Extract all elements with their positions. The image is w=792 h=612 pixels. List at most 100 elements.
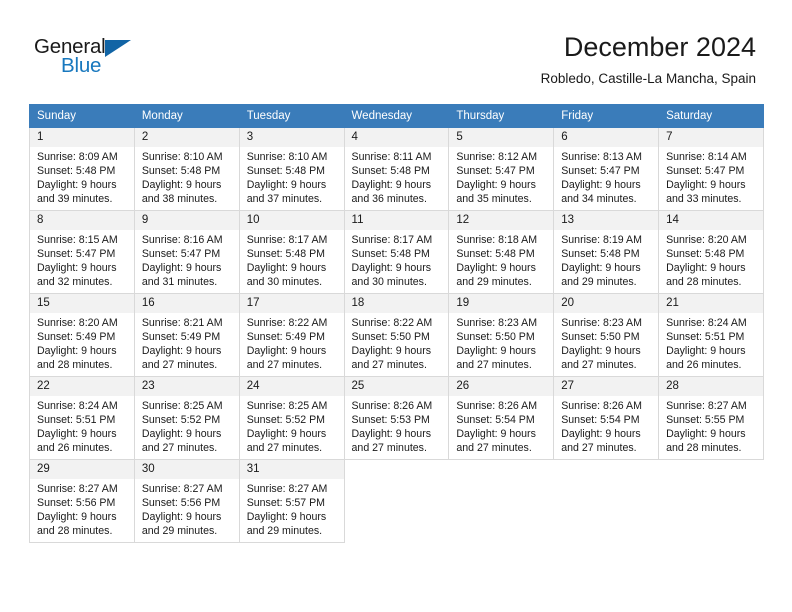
calendar-day-cell[interactable]: 1 Sunrise: 8:09 AM Sunset: 5:48 PM Daylight… — [29, 127, 135, 211]
sunrise-text: Sunrise: 8:17 AM — [246, 234, 328, 246]
calendar-cell-empty — [343, 459, 450, 543]
daylight-text-line2: and 35 minutes. — [456, 193, 532, 206]
daylight-text-line1: Daylight: 9 hours — [246, 428, 327, 441]
day-number: 12 — [449, 211, 554, 230]
sunrise-text: Sunrise: 8:25 AM — [246, 400, 328, 412]
calendar-day-cell[interactable]: 31 Sunrise: 8:27 AM Sunset: 5:57 PM Dayligh… — [238, 459, 345, 543]
sunset-text: Sunset: 5:56 PM — [141, 497, 221, 510]
daylight-text-line2: and 37 minutes. — [246, 193, 323, 206]
calendar-day-cell[interactable]: 18 Sunrise: 8:22 AM Sunset: 5:50 PM Dayligh… — [343, 293, 450, 377]
sunrise-text: Sunrise: 8:27 AM — [246, 483, 328, 495]
day-number: 2 — [134, 128, 239, 147]
day-number: 7 — [659, 128, 763, 147]
day-details: Sunrise: 8:17 AM Sunset: 5:48 PM Daylight:… — [240, 230, 344, 289]
sunset-text: Sunset: 5:48 PM — [37, 165, 116, 178]
calendar-day-cell[interactable]: 4 Sunrise: 8:11 AM Sunset: 5:48 PM Daylight… — [343, 127, 450, 211]
day-number: 16 — [134, 294, 239, 313]
sunrise-text: Sunrise: 8:14 AM — [666, 151, 747, 163]
day-details: Sunrise: 8:26 AM Sunset: 5:53 PM Daylight:… — [345, 396, 449, 455]
day-number: 10 — [239, 211, 344, 230]
calendar-day-cell[interactable]: 10 Sunrise: 8:17 AM Sunset: 5:48 PM Dayligh… — [238, 210, 345, 294]
sunset-text: Sunset: 5:48 PM — [351, 248, 430, 261]
logo-triangle-icon — [105, 40, 131, 57]
daylight-text-line1: Daylight: 9 hours — [37, 179, 117, 192]
weekday-header-tuesday: Tuesday — [238, 104, 345, 128]
calendar-day-cell[interactable]: 12 Sunrise: 8:18 AM Sunset: 5:48 PM Dayligh… — [448, 210, 555, 294]
daylight-text-line1: Daylight: 9 hours — [456, 428, 536, 441]
calendar-day-cell[interactable]: 8 Sunrise: 8:15 AM Sunset: 5:47 PM Daylight… — [29, 210, 135, 294]
weekday-header-wednesday: Wednesday — [343, 104, 450, 128]
calendar-day-cell[interactable]: 29 Sunrise: 8:27 AM Sunset: 5:56 PM Dayligh… — [29, 459, 135, 543]
daylight-text-line2: and 30 minutes. — [246, 276, 323, 289]
daylight-text-line1: Daylight: 9 hours — [246, 511, 327, 524]
calendar-day-cell[interactable]: 17 Sunrise: 8:22 AM Sunset: 5:49 PM Dayligh… — [238, 293, 345, 377]
day-number: 21 — [659, 294, 763, 313]
daylight-text-line1: Daylight: 9 hours — [456, 179, 536, 192]
sunset-text: Sunset: 5:48 PM — [666, 248, 745, 261]
calendar-day-cell[interactable]: 9 Sunrise: 8:16 AM Sunset: 5:47 PM Daylight… — [133, 210, 240, 294]
calendar-day-cell[interactable]: 27 Sunrise: 8:26 AM Sunset: 5:54 PM Dayligh… — [553, 376, 660, 460]
calendar-day-cell[interactable]: 26 Sunrise: 8:26 AM Sunset: 5:54 PM Dayligh… — [448, 376, 555, 460]
calendar-day-cell[interactable]: 16 Sunrise: 8:21 AM Sunset: 5:49 PM Dayligh… — [133, 293, 240, 377]
calendar-day-cell[interactable]: 24 Sunrise: 8:25 AM Sunset: 5:52 PM Dayligh… — [238, 376, 345, 460]
daylight-text-line2: and 27 minutes. — [561, 442, 637, 455]
sunrise-text: Sunrise: 8:11 AM — [351, 151, 432, 163]
calendar-day-cell[interactable]: 21 Sunrise: 8:24 AM Sunset: 5:51 PM Dayligh… — [658, 293, 764, 377]
day-number: 6 — [554, 128, 659, 147]
sunset-text: Sunset: 5:54 PM — [456, 414, 535, 427]
day-number: 24 — [239, 377, 344, 396]
calendar-day-cell[interactable]: 3 Sunrise: 8:10 AM Sunset: 5:48 PM Daylight… — [238, 127, 345, 211]
sunset-text: Sunset: 5:47 PM — [456, 165, 535, 178]
calendar-day-cell[interactable]: 22 Sunrise: 8:24 AM Sunset: 5:51 PM Dayligh… — [29, 376, 135, 460]
daylight-text-line2: and 32 minutes. — [37, 276, 113, 289]
day-number: 9 — [134, 211, 239, 230]
sunset-text: Sunset: 5:50 PM — [456, 331, 535, 344]
sunset-text: Sunset: 5:52 PM — [246, 414, 326, 427]
general-blue-logo[interactable]: General Blue — [34, 36, 154, 84]
calendar-day-cell[interactable]: 13 Sunrise: 8:19 AM Sunset: 5:48 PM Dayligh… — [553, 210, 660, 294]
daylight-text-line2: and 27 minutes. — [246, 359, 323, 372]
day-details: Sunrise: 8:23 AM Sunset: 5:50 PM Daylight:… — [554, 313, 658, 372]
day-number: 19 — [449, 294, 554, 313]
day-details: Sunrise: 8:24 AM Sunset: 5:51 PM Daylight:… — [659, 313, 763, 372]
day-number: 15 — [30, 294, 134, 313]
day-number: 13 — [554, 211, 659, 230]
calendar-day-cell[interactable]: 20 Sunrise: 8:23 AM Sunset: 5:50 PM Dayligh… — [553, 293, 660, 377]
sunrise-text: Sunrise: 8:13 AM — [561, 151, 642, 163]
sunset-text: Sunset: 5:48 PM — [246, 248, 326, 261]
calendar-day-cell[interactable]: 2 Sunrise: 8:10 AM Sunset: 5:48 PM Daylight… — [133, 127, 240, 211]
calendar-day-cell[interactable]: 23 Sunrise: 8:25 AM Sunset: 5:52 PM Dayligh… — [133, 376, 240, 460]
page-title: December 2024 — [563, 32, 756, 62]
day-number: 1 — [30, 128, 134, 147]
daylight-text-line2: and 27 minutes. — [351, 442, 427, 455]
calendar-day-cell[interactable]: 15 Sunrise: 8:20 AM Sunset: 5:49 PM Dayligh… — [29, 293, 135, 377]
day-details: Sunrise: 8:22 AM Sunset: 5:49 PM Daylight:… — [240, 313, 344, 372]
sunrise-text: Sunrise: 8:09 AM — [37, 151, 118, 163]
calendar-day-cell[interactable]: 5 Sunrise: 8:12 AM Sunset: 5:47 PM Daylight… — [448, 127, 555, 211]
day-details: Sunrise: 8:27 AM Sunset: 5:55 PM Daylight:… — [659, 396, 763, 455]
calendar-day-cell[interactable]: 19 Sunrise: 8:23 AM Sunset: 5:50 PM Dayligh… — [448, 293, 555, 377]
calendar-day-cell[interactable]: 30 Sunrise: 8:27 AM Sunset: 5:56 PM Dayligh… — [133, 459, 240, 543]
sunset-text: Sunset: 5:47 PM — [37, 248, 116, 261]
calendar-day-cell[interactable]: 28 Sunrise: 8:27 AM Sunset: 5:55 PM Dayligh… — [658, 376, 764, 460]
calendar-day-cell[interactable]: 14 Sunrise: 8:20 AM Sunset: 5:48 PM Dayligh… — [658, 210, 764, 294]
sunrise-text: Sunrise: 8:26 AM — [456, 400, 538, 412]
sunset-text: Sunset: 5:55 PM — [666, 414, 745, 427]
calendar-day-cell[interactable]: 11 Sunrise: 8:17 AM Sunset: 5:48 PM Dayligh… — [343, 210, 450, 294]
sunrise-text: Sunrise: 8:19 AM — [561, 234, 642, 246]
calendar-day-cell[interactable]: 7 Sunrise: 8:14 AM Sunset: 5:47 PM Daylight… — [658, 127, 764, 211]
day-details: Sunrise: 8:18 AM Sunset: 5:48 PM Daylight:… — [449, 230, 553, 289]
daylight-text-line2: and 27 minutes. — [351, 359, 427, 372]
daylight-text-line1: Daylight: 9 hours — [666, 345, 746, 358]
sunset-text: Sunset: 5:53 PM — [351, 414, 430, 427]
sunrise-text: Sunrise: 8:16 AM — [141, 234, 223, 246]
calendar-body: 1 Sunrise: 8:09 AM Sunset: 5:48 PM Daylight… — [29, 127, 764, 543]
daylight-text-line2: and 28 minutes. — [37, 359, 113, 372]
daylight-text-line1: Daylight: 9 hours — [351, 428, 432, 441]
calendar-day-cell[interactable]: 25 Sunrise: 8:26 AM Sunset: 5:53 PM Dayligh… — [343, 376, 450, 460]
daylight-text-line2: and 29 minutes. — [141, 525, 218, 538]
day-number: 3 — [239, 128, 344, 147]
sunrise-text: Sunrise: 8:26 AM — [561, 400, 642, 412]
sunrise-text: Sunrise: 8:21 AM — [141, 317, 223, 329]
calendar-day-cell[interactable]: 6 Sunrise: 8:13 AM Sunset: 5:47 PM Daylight… — [553, 127, 660, 211]
